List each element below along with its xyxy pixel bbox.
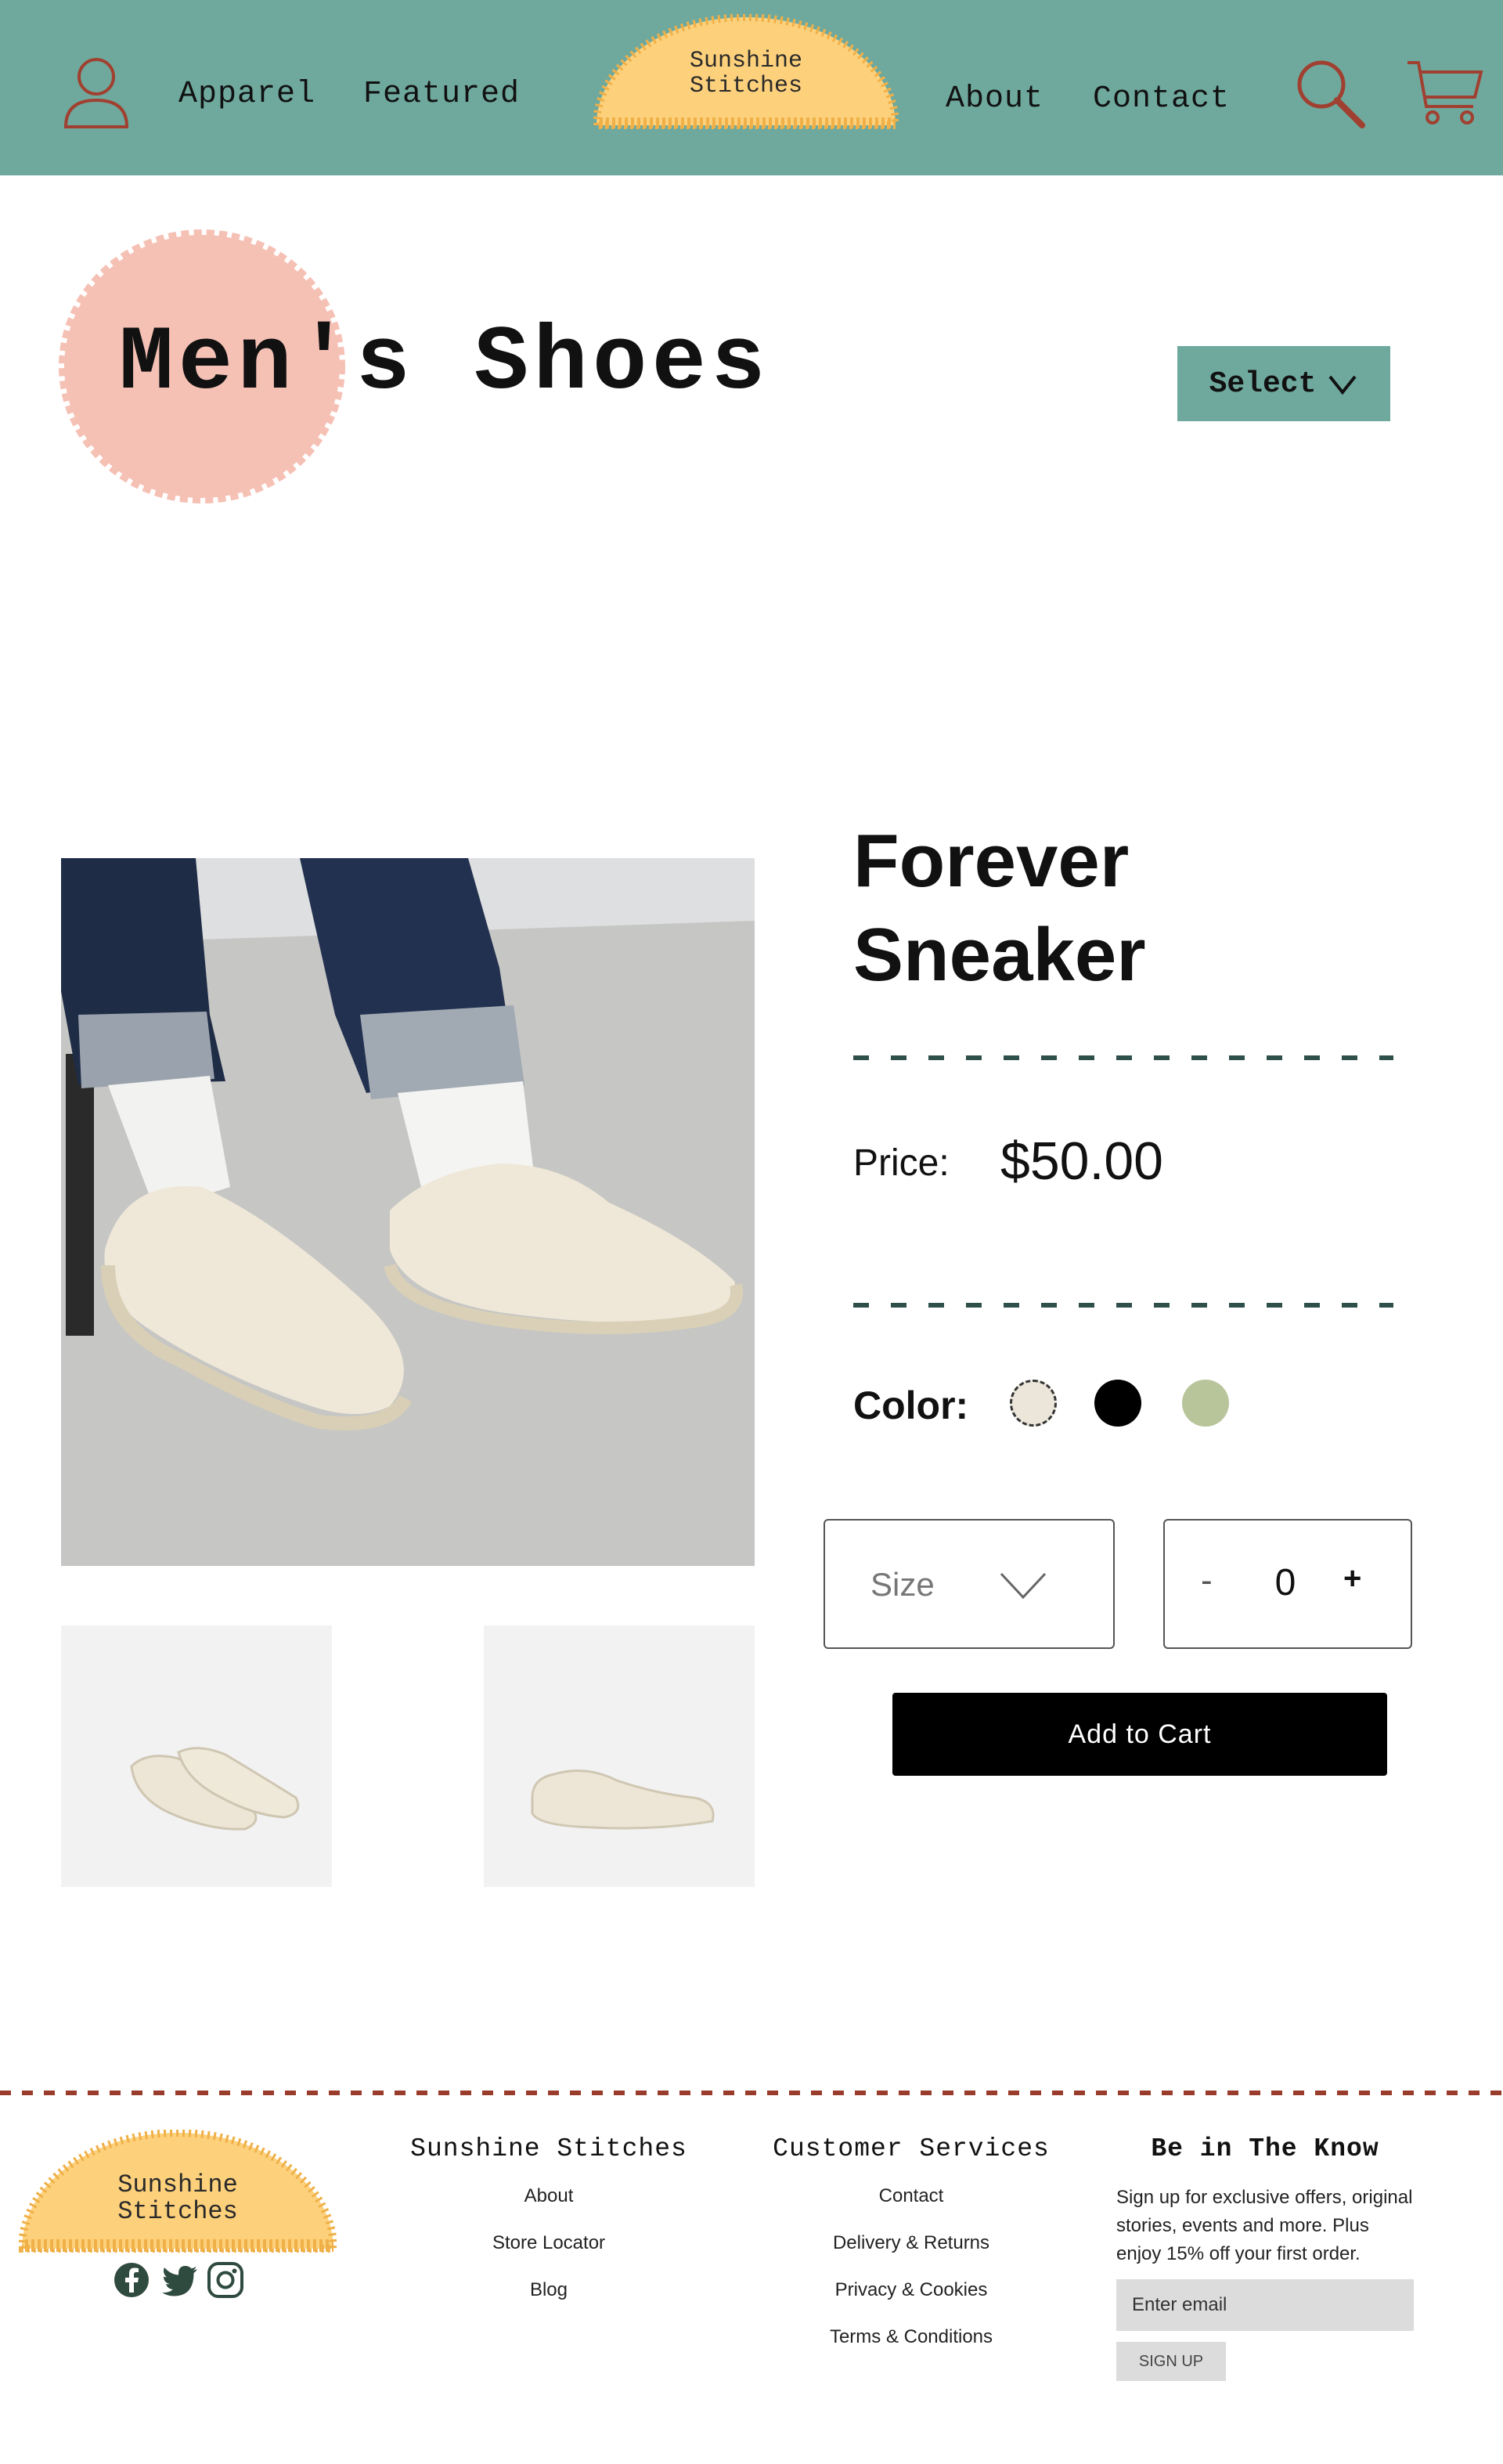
size-select[interactable]: Size: [824, 1519, 1115, 1649]
chevron-down-icon: [1000, 1572, 1047, 1600]
divider: [853, 1303, 1393, 1308]
facebook-icon[interactable]: [113, 2261, 150, 2299]
product-title: Forever Sneaker: [853, 819, 1146, 997]
footer-link-delivery-returns[interactable]: Delivery & Returns: [762, 2232, 1060, 2254]
twitter-icon[interactable]: [161, 2261, 199, 2299]
select-label: Select: [1209, 366, 1317, 401]
product-thumbnail-2[interactable]: [484, 1625, 755, 1887]
footer-link-about[interactable]: About: [407, 2185, 690, 2207]
nav-apparel[interactable]: Apparel: [178, 77, 315, 112]
header-logo-text: Sunshine Stitches: [593, 49, 899, 99]
product-thumbnail-1[interactable]: [61, 1625, 332, 1887]
newsletter-text: Sign up for exclusive offers, original s…: [1116, 2187, 1413, 2264]
footer-links: About Store Locator Blog: [407, 2185, 690, 2301]
footer-logo-text: Sunshine Stitches: [19, 2172, 337, 2225]
header-logo-line2: Stitches: [689, 73, 803, 99]
instagram-icon[interactable]: [207, 2261, 244, 2299]
footer-newsletter: Be in The Know Sign up for exclusive off…: [1116, 2134, 1414, 2381]
user-icon[interactable]: [63, 55, 130, 130]
color-swatch-cream[interactable]: [1010, 1380, 1057, 1427]
footer-link-privacy-cookies[interactable]: Privacy & Cookies: [762, 2279, 1060, 2301]
sign-up-button[interactable]: SIGN UP: [1116, 2342, 1226, 2381]
nav-contact[interactable]: Contact: [1093, 81, 1230, 117]
footer-divider: [0, 2091, 1503, 2095]
quantity-stepper: - 0 +: [1163, 1519, 1412, 1649]
footer-links: Contact Delivery & Returns Privacy & Coo…: [762, 2185, 1060, 2348]
footer-link-contact[interactable]: Contact: [762, 2185, 1060, 2207]
footer-heading: Customer Services: [773, 2134, 1050, 2163]
chevron-down-icon: [1328, 375, 1357, 395]
footer-logo-line2: Stitches: [117, 2197, 238, 2226]
footer-link-store-locator[interactable]: Store Locator: [407, 2232, 690, 2254]
quantity-increment-button[interactable]: +: [1343, 1561, 1361, 1596]
header-logo-line1: Sunshine: [689, 48, 803, 74]
footer-link-blog[interactable]: Blog: [407, 2279, 690, 2301]
quantity-decrement-button[interactable]: -: [1201, 1561, 1213, 1600]
quantity-value: 0: [1274, 1562, 1296, 1604]
search-icon[interactable]: [1293, 56, 1367, 130]
add-to-cart-button[interactable]: Add to Cart: [892, 1693, 1387, 1776]
newsletter-heading: Be in The Know: [1151, 2134, 1379, 2163]
sneaker-pair-thumbnail: [61, 1625, 332, 1887]
header-logo[interactable]: Sunshine Stitches: [592, 13, 900, 130]
select-dropdown-button[interactable]: Select: [1177, 346, 1390, 421]
site-header: Apparel Featured Sunshine Stitches About…: [0, 0, 1503, 175]
product-main-image: [61, 858, 755, 1566]
nav-about[interactable]: About: [946, 81, 1043, 117]
size-placeholder: Size: [870, 1566, 935, 1603]
color-swatch-black[interactable]: [1094, 1380, 1141, 1427]
footer-logo[interactable]: Sunshine Stitches: [17, 2129, 338, 2253]
price-value: $50.00: [1000, 1131, 1163, 1191]
email-field[interactable]: [1116, 2279, 1414, 2331]
footer-column-customer-services: Customer Services Contact Delivery & Ret…: [762, 2134, 1060, 2348]
footer-column-sunshine-stitches: Sunshine Stitches About Store Locator Bl…: [407, 2134, 690, 2301]
sneaker-photo: [61, 858, 755, 1566]
price-label: Price:: [853, 1142, 950, 1184]
color-label: Color:: [853, 1384, 969, 1427]
color-swatch-sage[interactable]: [1182, 1380, 1229, 1427]
nav-featured[interactable]: Featured: [363, 77, 520, 112]
sneaker-side-thumbnail: [484, 1625, 755, 1887]
divider: [853, 1055, 1393, 1060]
page-title: Men's Shoes: [119, 312, 770, 415]
footer-heading: Sunshine Stitches: [410, 2134, 687, 2163]
footer-link-terms-conditions[interactable]: Terms & Conditions: [762, 2326, 1060, 2348]
cart-icon[interactable]: [1406, 58, 1484, 128]
footer-logo-line1: Sunshine: [117, 2170, 238, 2199]
